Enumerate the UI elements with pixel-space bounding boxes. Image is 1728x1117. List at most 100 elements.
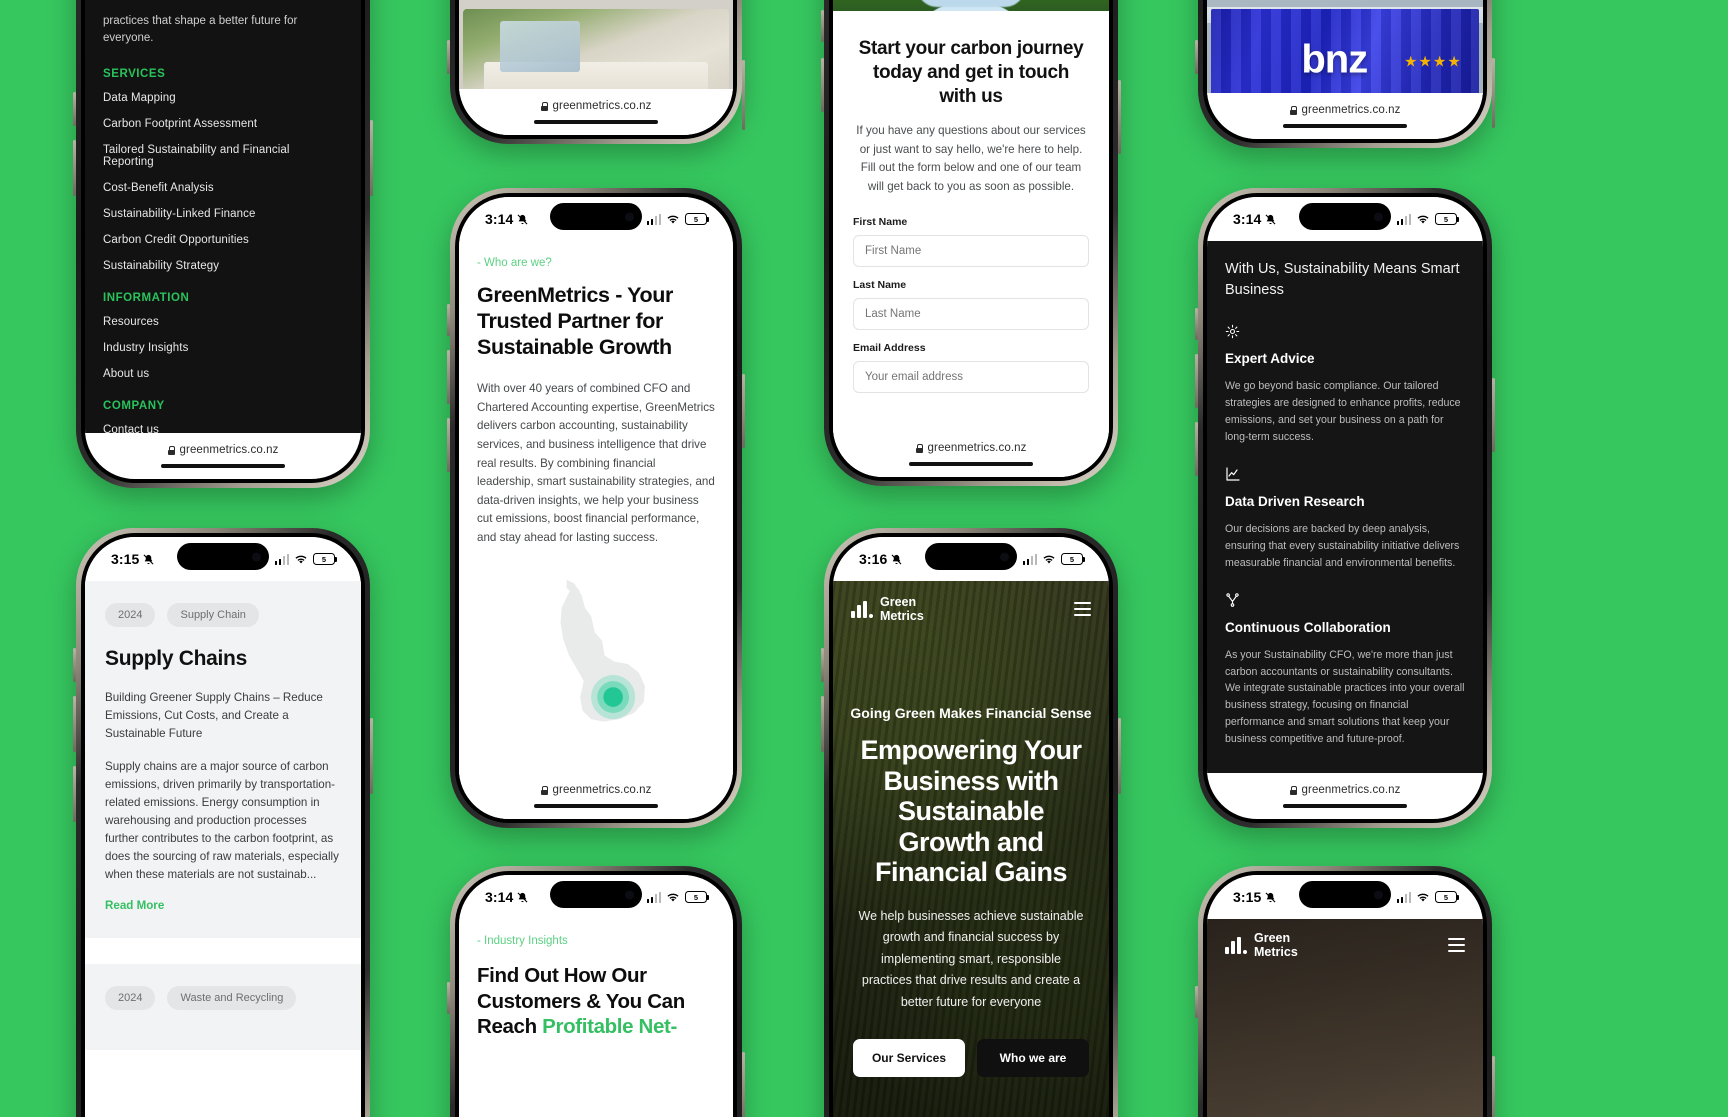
dynamic-island <box>1299 881 1391 908</box>
field-last-name: Last Name <box>833 279 1109 342</box>
lock-icon <box>1289 105 1297 115</box>
brand-name-line1: Green <box>880 595 917 609</box>
browser-url-bar[interactable]: greenmetrics.co.nz <box>459 773 733 819</box>
home-indicator[interactable] <box>1283 124 1407 128</box>
volume-button[interactable] <box>73 766 76 822</box>
browser-url-bar[interactable]: greenmetrics.co.nz <box>1207 93 1483 139</box>
footer-link-cost-benefit-analysis[interactable]: Cost-Benefit Analysis <box>103 182 343 194</box>
article-title: Supply Chains <box>105 647 247 670</box>
chip-category[interactable]: Supply Chain <box>167 603 259 627</box>
section-title: Find Out How Our Customers & You Can Rea… <box>477 963 715 1040</box>
footer-link-carbon-credit-opportunities[interactable]: Carbon Credit Opportunities <box>103 234 343 246</box>
cellular-signal-icon <box>646 213 661 225</box>
home-indicator[interactable] <box>161 464 285 468</box>
browser-url-bar[interactable]: greenmetrics.co.nz <box>833 431 1109 477</box>
footer-link-resources[interactable]: Resources <box>103 316 343 328</box>
power-button[interactable] <box>742 374 745 448</box>
hero-cta-group: Our Services Who we are <box>833 1039 1109 1077</box>
footer-link-sustainability-linked-finance[interactable]: Sustainability-Linked Finance <box>103 208 343 220</box>
power-button[interactable] <box>742 60 745 130</box>
footer-heading-services: SERVICES <box>103 67 166 80</box>
email-input[interactable] <box>853 361 1089 394</box>
footer-link-carbon-footprint-assessment[interactable]: Carbon Footprint Assessment <box>103 118 343 130</box>
power-button[interactable] <box>1118 718 1121 794</box>
status-icons: 5 <box>1396 213 1459 225</box>
bnz-logo-text: bnz <box>1301 37 1368 82</box>
contact-hero-image: CO2 <box>833 0 1109 11</box>
brand-logo[interactable]: Green Metrics <box>851 595 924 623</box>
power-button[interactable] <box>742 1052 745 1117</box>
browser-url-bar[interactable]: greenmetrics.co.nz <box>459 89 733 135</box>
volume-button[interactable] <box>821 696 824 752</box>
phone-features: 3:14 5 With Us, Sustainability Means Sma… <box>1195 188 1495 828</box>
volume-button[interactable] <box>821 58 824 112</box>
footer-link-sustainability-strategy[interactable]: Sustainability Strategy <box>103 260 343 272</box>
footer-link-about-us[interactable]: About us <box>103 368 343 380</box>
browser-url-bar[interactable]: greenmetrics.co.nz <box>1207 773 1483 819</box>
browser-url-bar[interactable]: greenmetrics.co.nz <box>85 433 361 479</box>
chip-year[interactable]: 2024 <box>105 985 156 1010</box>
status-icons: 5 <box>1022 553 1085 565</box>
our-services-button[interactable]: Our Services <box>853 1039 965 1077</box>
feature-body: We go beyond basic compliance. Our tailo… <box>1225 380 1461 443</box>
volume-button[interactable] <box>821 10 824 42</box>
footer-link-tailored-reporting[interactable]: Tailored Sustainability and Financial Re… <box>103 144 343 168</box>
volume-button[interactable] <box>1195 354 1198 408</box>
home-indicator[interactable] <box>534 804 658 808</box>
volume-button[interactable] <box>447 304 450 336</box>
last-name-input[interactable] <box>853 298 1089 331</box>
volume-button[interactable] <box>821 648 824 682</box>
volume-button[interactable] <box>447 418 450 472</box>
status-icons: 5 <box>1396 891 1459 903</box>
who-we-are-button[interactable]: Who we are <box>977 1039 1089 1077</box>
power-button[interactable] <box>1492 1056 1495 1117</box>
volume-button[interactable] <box>1195 986 1198 1018</box>
section-title: GreenMetrics - Your Trusted Partner for … <box>477 283 673 359</box>
power-button[interactable] <box>1492 58 1495 128</box>
hero-navbar: Green Metrics <box>833 581 1109 623</box>
dynamic-island <box>177 543 269 570</box>
volume-button[interactable] <box>447 982 450 1014</box>
chip-category[interactable]: Waste and Recycling <box>167 985 297 1010</box>
phone-bottom-right-hero: 3:15 5 Green Metrics <box>1195 866 1495 1117</box>
hamburger-menu-icon[interactable] <box>1448 938 1465 952</box>
home-indicator[interactable] <box>909 462 1033 466</box>
section-body: With over 40 years of combined CFO and C… <box>477 382 715 544</box>
volume-button[interactable] <box>73 92 76 126</box>
footer-link-industry-insights[interactable]: Industry Insights <box>103 342 343 354</box>
silent-bell-icon <box>517 892 528 902</box>
volume-button[interactable] <box>1195 422 1198 476</box>
read-more-link[interactable]: Read More <box>105 899 341 912</box>
volume-button[interactable] <box>447 40 450 74</box>
hamburger-menu-icon[interactable] <box>1074 602 1091 616</box>
feature-heading: Data Driven Research <box>1225 493 1365 509</box>
article-card[interactable]: 2024 Supply Chain Supply Chains Building… <box>85 581 361 938</box>
battery-icon: 5 <box>685 891 709 903</box>
power-button[interactable] <box>370 718 373 794</box>
footer-link-data-mapping[interactable]: Data Mapping <box>103 92 343 104</box>
status-time: 3:16 <box>859 551 902 567</box>
volume-button[interactable] <box>447 350 450 404</box>
silent-bell-icon <box>143 554 154 564</box>
article-card-next[interactable]: 2024 Waste and Recycling <box>85 963 361 1050</box>
power-button[interactable] <box>370 120 373 196</box>
url-label: greenmetrics.co.nz <box>552 784 652 796</box>
volume-button[interactable] <box>73 648 76 682</box>
phone-who-are-we: 3:14 5 - Who are we? GreenMetrics - Your… <box>447 188 745 828</box>
power-button[interactable] <box>1118 80 1121 154</box>
first-name-input[interactable] <box>853 235 1089 268</box>
chip-year[interactable]: 2024 <box>105 603 156 627</box>
home-indicator[interactable] <box>1283 804 1407 808</box>
section-eyebrow: - Industry Insights <box>477 935 568 947</box>
volume-button[interactable] <box>73 140 76 196</box>
map-marker-dot <box>603 687 623 707</box>
status-time: 3:15 <box>1233 889 1276 905</box>
home-indicator[interactable] <box>534 120 658 124</box>
volume-button[interactable] <box>1195 308 1198 340</box>
feature-body: Our decisions are backed by deep analysi… <box>1225 522 1460 569</box>
wifi-icon <box>667 893 679 901</box>
volume-button[interactable] <box>1195 40 1198 74</box>
brand-logo[interactable]: Green Metrics <box>1225 931 1298 959</box>
power-button[interactable] <box>1492 378 1495 452</box>
volume-button[interactable] <box>73 696 76 752</box>
